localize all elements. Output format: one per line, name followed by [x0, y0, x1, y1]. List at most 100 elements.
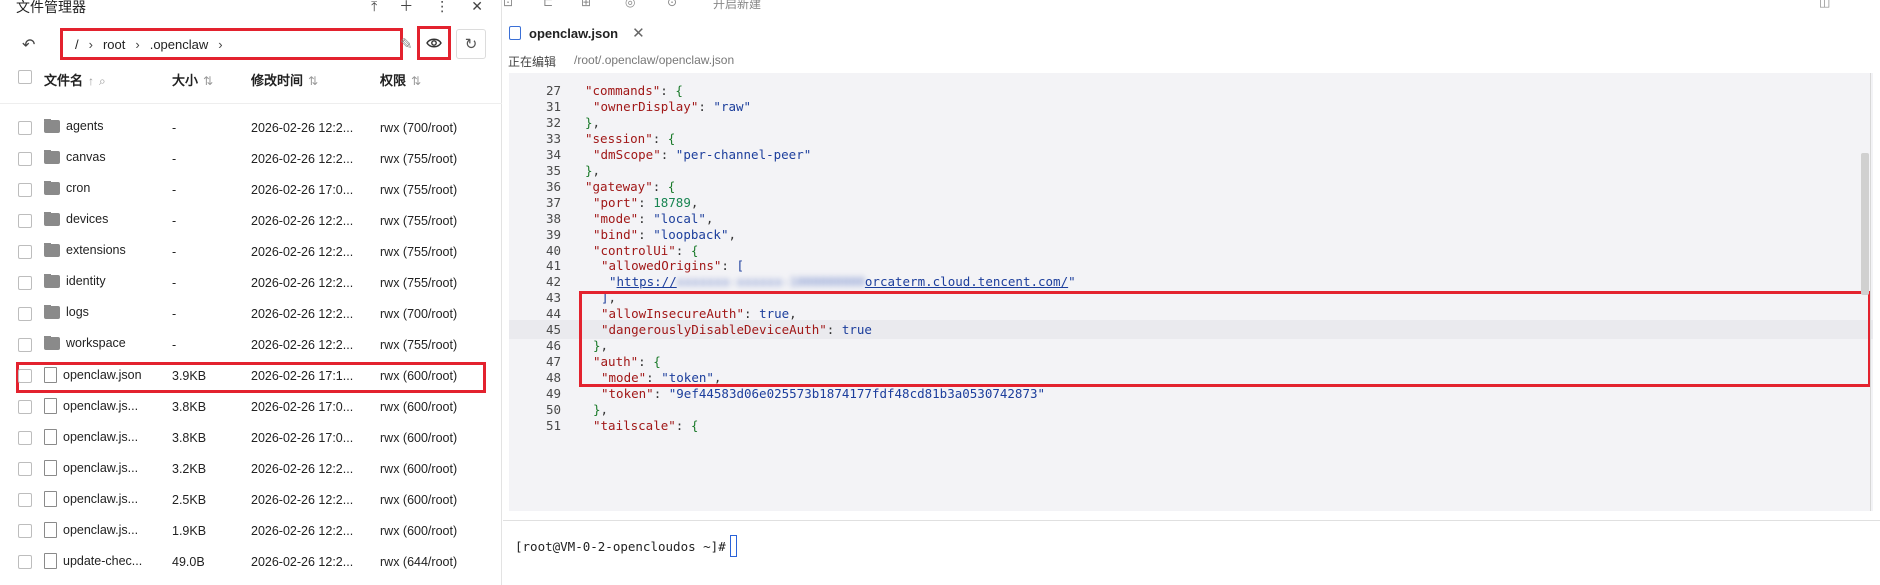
file-name-cell[interactable]: identity: [44, 274, 170, 288]
vertical-scrollbar[interactable]: [1861, 73, 1869, 511]
json-file-icon: [509, 26, 521, 40]
table-row[interactable]: openclaw.js... 3.2KB 2026-02-26 12:2... rwx…: [0, 455, 502, 486]
code-token: "mode": [593, 210, 639, 226]
more-icon[interactable]: ⋮: [435, 0, 449, 14]
toolbar-icon[interactable]: ⊞: [581, 0, 591, 9]
layout-icon[interactable]: ◫: [1819, 0, 1830, 9]
sort-icon[interactable]: ⇅: [308, 74, 318, 88]
table-row[interactable]: openclaw.js... 3.8KB 2026-02-26 17:0... rwx…: [0, 424, 502, 455]
select-all-checkbox[interactable]: [18, 70, 32, 87]
table-row[interactable]: update-chec... 49.0B 2026-02-26 12:2... rwx…: [0, 548, 502, 579]
table-row[interactable]: logs - 2026-02-26 12:2... rwx (700/root): [0, 300, 502, 331]
editor-tab-label: openclaw.json: [529, 25, 619, 41]
file-icon: [44, 491, 57, 507]
code-token: "per-channel-peer": [675, 146, 812, 162]
sort-icon[interactable]: ⇅: [203, 74, 213, 88]
file-name-cell[interactable]: devices: [44, 212, 170, 226]
file-name: logs: [66, 305, 89, 319]
row-checkbox[interactable]: [18, 214, 32, 231]
back-icon[interactable]: ↶: [22, 35, 35, 55]
file-name-cell[interactable]: openclaw.js...: [44, 398, 170, 414]
column-name[interactable]: 文件名 ↑ ⌕: [44, 70, 170, 89]
code-token: ,: [600, 402, 609, 417]
code-editor[interactable]: 27 "commands": {31 "ownerDisplay": "raw" 32…: [509, 73, 1873, 511]
file-name-cell[interactable]: cron: [44, 181, 170, 195]
table-row[interactable]: cron - 2026-02-26 17:0... rwx (755/root): [0, 176, 502, 207]
table-row[interactable]: devices - 2026-02-26 12:2... rwx (755/root): [0, 207, 502, 238]
breadcrumb-root-dir[interactable]: root: [103, 37, 125, 52]
file-icon: [44, 460, 57, 476]
table-row[interactable]: openclaw.js... 2.5KB 2026-02-26 12:2... rwx…: [0, 486, 502, 517]
file-name-cell[interactable]: update-chec...: [44, 553, 170, 569]
code-token: "session": [585, 130, 653, 146]
file-name-cell[interactable]: openclaw.json: [44, 367, 170, 383]
breadcrumb-openclaw[interactable]: .openclaw: [150, 37, 209, 52]
row-checkbox[interactable]: [18, 121, 32, 138]
row-checkbox[interactable]: [18, 307, 32, 324]
sort-up-icon[interactable]: ↑: [88, 74, 94, 88]
table-row[interactable]: openclaw.json 3.9KB 2026-02-26 17:1... rwx …: [16, 362, 486, 393]
table-row[interactable]: canvas - 2026-02-26 12:2... rwx (755/root): [0, 145, 502, 176]
table-row[interactable]: agents - 2026-02-26 12:2... rwx (700/root): [0, 114, 502, 145]
toolbar-icon[interactable]: ⊙: [667, 0, 677, 9]
edit-path-icon[interactable]: ✎: [400, 35, 413, 53]
row-checkbox[interactable]: [18, 276, 32, 293]
editor-panel: ⊡ ⊏ ⊞ ◎ ⊙ 开启新建 ◫ openclaw.json ✕ 正在编辑 /r…: [503, 0, 1880, 585]
file-name-cell[interactable]: agents: [44, 119, 170, 133]
upload-icon[interactable]: ⤒: [371, 0, 377, 14]
terminal[interactable]: [root@VM-0-2-opencloudos ~]#: [503, 520, 1880, 585]
row-checkbox[interactable]: [18, 555, 32, 572]
row-checkbox[interactable]: [18, 400, 32, 417]
file-name-cell[interactable]: openclaw.js...: [44, 522, 170, 538]
sftp-icon[interactable]: ⊡: [503, 0, 513, 9]
row-checkbox[interactable]: [18, 524, 32, 541]
toolbar-icon[interactable]: ⊏: [543, 0, 553, 9]
code-token: }: [585, 114, 593, 130]
folder-icon: [44, 274, 60, 288]
file-name-cell[interactable]: logs: [44, 305, 170, 319]
table-row[interactable]: openclaw.js... 1.9KB 2026-02-26 12:2... rwx…: [0, 517, 502, 548]
file-name-cell[interactable]: openclaw.js...: [44, 491, 170, 507]
column-size[interactable]: 大小 ⇅: [172, 70, 242, 89]
close-icon[interactable]: ✕: [471, 0, 483, 14]
table-row[interactable]: workspace - 2026-02-26 12:2... rwx (755/roo…: [0, 331, 502, 362]
row-checkbox[interactable]: [18, 338, 32, 355]
file-name-cell[interactable]: extensions: [44, 243, 170, 257]
table-row[interactable]: openclaw.js... 3.8KB 2026-02-26 17:0... rwx…: [0, 393, 502, 424]
show-hidden-button[interactable]: [417, 26, 451, 60]
table-row[interactable]: identity - 2026-02-26 12:2... rwx (755/root…: [0, 269, 502, 300]
code-token: :: [638, 210, 654, 226]
row-checkbox[interactable]: [18, 493, 32, 510]
column-mtime[interactable]: 修改时间 ⇅: [251, 70, 363, 89]
app-window: 文件管理器 ⤒ ＋ ⋮ ✕ ↶ / › root › .openclaw › ✎: [0, 0, 1880, 585]
code-token: xxxxxxx-xxxxxx-1000000000: [676, 274, 865, 290]
table-row[interactable]: extensions - 2026-02-26 12:2... rwx (755/ro…: [0, 238, 502, 269]
new-badge[interactable]: 开启新建: [713, 0, 761, 10]
column-perm[interactable]: 权限 ⇅: [380, 70, 490, 89]
row-checkbox[interactable]: [18, 369, 32, 386]
file-name-cell[interactable]: openclaw.js...: [44, 429, 170, 445]
search-icon[interactable]: ⌕: [99, 74, 106, 88]
editor-tab[interactable]: openclaw.json ✕: [509, 18, 645, 48]
refresh-button[interactable]: ↻: [456, 29, 486, 59]
file-mtime: 2026-02-26 12:2...: [251, 493, 354, 507]
breadcrumb-root[interactable]: /: [75, 37, 79, 52]
close-tab-icon[interactable]: ✕: [632, 24, 645, 42]
row-checkbox[interactable]: [18, 183, 32, 200]
row-checkbox[interactable]: [18, 245, 32, 262]
row-checkbox[interactable]: [18, 152, 32, 169]
path-breadcrumb[interactable]: / › root › .openclaw ›: [60, 28, 403, 60]
file-icon: [44, 367, 57, 383]
code-token: {: [690, 417, 699, 433]
toolbar-icon[interactable]: ◎: [625, 0, 635, 9]
file-name-cell[interactable]: workspace: [44, 336, 170, 350]
file-name-cell[interactable]: openclaw.js...: [44, 460, 170, 476]
file-name-cell[interactable]: canvas: [44, 150, 170, 164]
scroll-thumb[interactable]: [1861, 153, 1869, 295]
file-perm: rwx (700/root): [380, 121, 458, 135]
row-checkbox[interactable]: [18, 462, 32, 479]
row-checkbox[interactable]: [18, 431, 32, 448]
sort-icon[interactable]: ⇅: [411, 74, 421, 88]
add-icon[interactable]: ＋: [399, 0, 413, 14]
code-token: :: [698, 98, 714, 114]
